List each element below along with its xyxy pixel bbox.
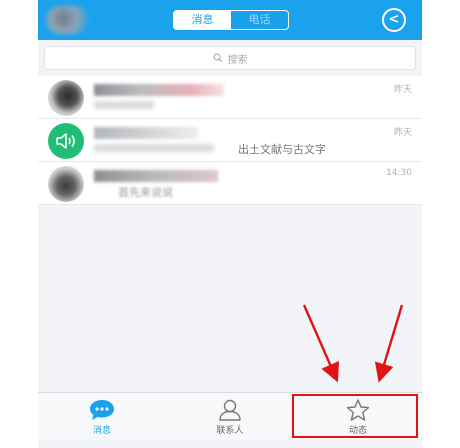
speaker-icon	[56, 133, 75, 149]
avatar	[48, 80, 84, 116]
search-input[interactable]: 搜索	[44, 46, 416, 70]
user-avatar[interactable]	[46, 6, 90, 34]
list-item[interactable]: 昨天	[38, 76, 422, 119]
contact-name	[94, 170, 218, 182]
message-preview: 出土文献与古文字	[238, 143, 326, 156]
top-bar: 消息 电话 <	[38, 0, 422, 40]
list-item[interactable]: 首先来说说 14:30	[38, 162, 422, 205]
tab-messages-bottom[interactable]: 消息	[38, 393, 166, 441]
search-placeholder: 搜索	[227, 54, 248, 66]
search-icon	[212, 53, 222, 63]
timestamp: 昨天	[393, 128, 412, 138]
avatar	[48, 166, 84, 202]
message-preview: 首先来说说	[118, 186, 173, 199]
contact-name	[94, 84, 224, 96]
timestamp: 14:30	[386, 168, 412, 178]
contacts-icon	[219, 399, 241, 421]
tab-messages[interactable]: 消息	[174, 11, 231, 29]
contact-name	[94, 127, 198, 139]
message-phone-switch: 消息 电话	[173, 10, 289, 30]
annotation-highlight-box	[292, 394, 418, 438]
tab-contacts[interactable]: 联系人	[166, 393, 294, 441]
conversation-list: 昨天 出土文献与古文字 昨天 首先来说说 14:30	[38, 76, 422, 205]
tab-phone[interactable]: 电话	[231, 11, 288, 29]
message-preview	[94, 101, 154, 109]
list-item[interactable]: 出土文献与古文字 昨天	[38, 119, 422, 162]
search-area: 搜索	[38, 40, 422, 76]
chevron-left-icon[interactable]: <	[382, 8, 406, 32]
tab-label: 消息	[92, 426, 111, 436]
tab-label: 联系人	[216, 426, 244, 436]
avatar	[48, 123, 84, 159]
phone-screen: 消息 电话 < 搜索 昨天 出土文献与古文字 昨天 首先来说说 14:30 消息…	[38, 0, 422, 448]
message-sender-blur	[94, 144, 214, 152]
timestamp: 昨天	[393, 85, 412, 95]
chat-bubble-icon	[90, 400, 114, 420]
